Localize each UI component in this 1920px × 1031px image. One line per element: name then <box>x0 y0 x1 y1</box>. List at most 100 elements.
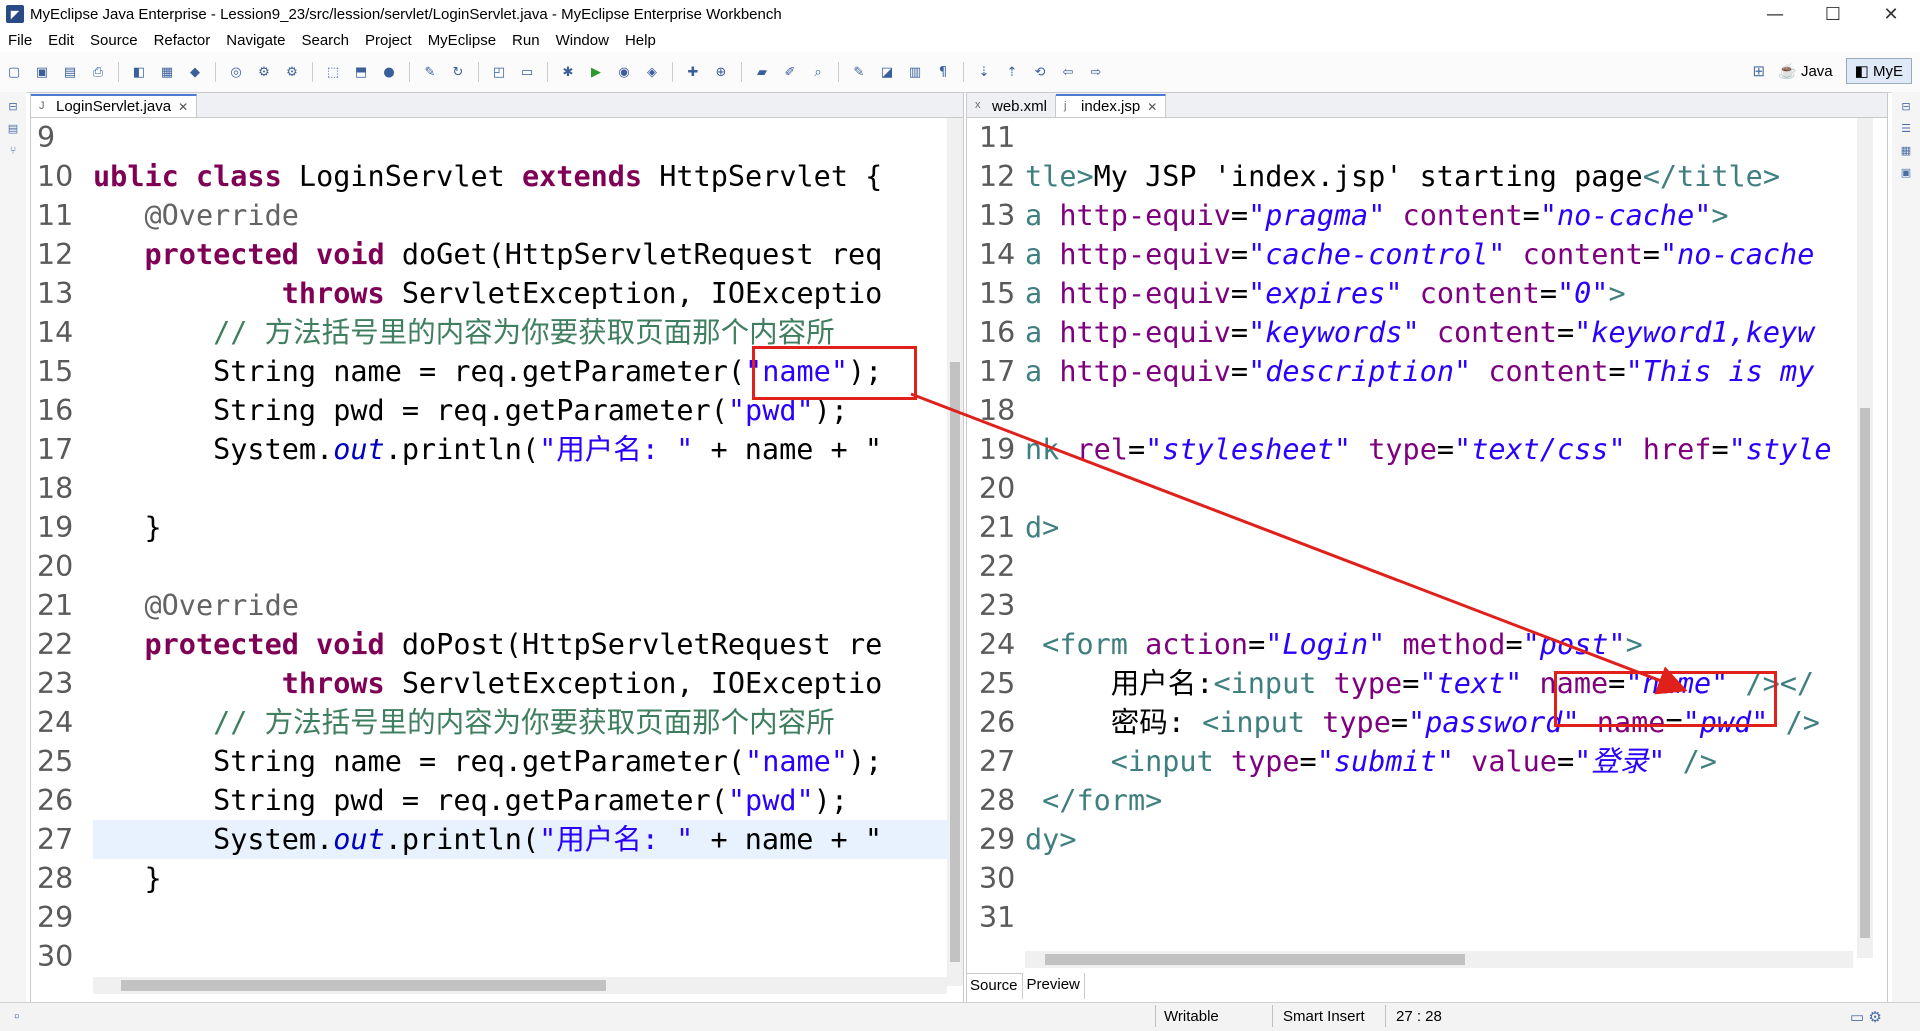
code-line[interactable]: a http-equiv="cache-control" content="no… <box>1025 235 1877 274</box>
right-horizontal-scrollbar[interactable] <box>1025 951 1853 968</box>
pencil-icon[interactable]: ✐ <box>779 63 801 81</box>
close-tab-icon[interactable]: ✕ <box>178 100 188 114</box>
restore-icon[interactable]: ⊟ <box>1899 100 1913 114</box>
properties-icon[interactable]: ▦ <box>1899 144 1913 158</box>
mark-occurrences-icon[interactable]: ✎ <box>848 63 870 81</box>
coverage-icon[interactable]: ◉ <box>613 63 635 81</box>
refresh-icon[interactable]: ↻ <box>447 63 469 81</box>
code-line[interactable]: throws ServletException, IOExceptio <box>93 664 953 703</box>
code-line[interactable]: System.out.println("用户名: " + name + " <box>93 430 953 469</box>
save-all-icon[interactable]: ▤ <box>59 63 81 81</box>
open-perspective-icon[interactable]: ⊞ <box>1753 62 1766 80</box>
code-line[interactable]: // 方法括号里的内容为你要获取页面那个内容所 <box>93 703 953 742</box>
back-icon[interactable]: ⇦ <box>1057 63 1079 81</box>
close-button[interactable]: ✕ <box>1862 0 1920 28</box>
forward-icon[interactable]: ⇨ <box>1085 63 1107 81</box>
code-line[interactable] <box>1025 586 1877 625</box>
block-selection-icon[interactable]: ▥ <box>904 63 926 81</box>
wizard-icon[interactable]: ✎ <box>419 63 441 81</box>
code-line[interactable] <box>1025 469 1877 508</box>
code-line[interactable]: a http-equiv="keywords" content="keyword… <box>1025 313 1877 352</box>
maximize-button[interactable]: ☐ <box>1804 0 1862 28</box>
menu-refactor[interactable]: Refactor <box>146 32 219 49</box>
open-folder-icon[interactable]: ▰ <box>751 63 773 81</box>
run-icon[interactable]: ▶ <box>585 63 607 81</box>
open-resource-icon[interactable]: ⬒ <box>350 63 372 81</box>
whitespace-icon[interactable]: ¶ <box>932 63 954 81</box>
new-interface-icon[interactable]: ⚙ <box>281 63 303 81</box>
code-line[interactable]: a http-equiv="expires" content="0"> <box>1025 274 1877 313</box>
right-code-area[interactable]: tle>My JSP 'index.jsp' starting page</ti… <box>1025 118 1877 958</box>
code-line[interactable] <box>1025 547 1877 586</box>
menu-project[interactable]: Project <box>357 32 420 49</box>
code-line[interactable]: System.out.println("用户名: " + name + " <box>93 820 953 859</box>
code-line[interactable]: protected void doPost(HttpServletRequest… <box>93 625 953 664</box>
myeclipse-perspective[interactable]: ◧ MyE <box>1845 58 1912 84</box>
menu-myeclipse[interactable]: MyEclipse <box>420 32 504 49</box>
outline-icon[interactable]: ☰ <box>1899 122 1913 136</box>
code-line[interactable]: String name = req.getParameter("name"); <box>93 742 953 781</box>
last-edit-icon[interactable]: ⟲ <box>1029 63 1051 81</box>
menu-window[interactable]: Window <box>548 32 617 49</box>
code-line[interactable]: ublic class LoginServlet extends HttpSer… <box>93 157 953 196</box>
tab-loginservlet-java[interactable]: J LoginServlet.java ✕ <box>31 94 198 117</box>
new-class-icon[interactable]: ⚙ <box>253 63 275 81</box>
code-line[interactable] <box>93 937 953 976</box>
external-tools-icon[interactable]: ◈ <box>641 63 663 81</box>
code-line[interactable] <box>93 898 953 937</box>
code-line[interactable]: a http-equiv="description" content="This… <box>1025 352 1877 391</box>
restore-icon[interactable]: ⊟ <box>6 100 20 114</box>
code-line[interactable]: } <box>93 859 953 898</box>
code-line[interactable]: nk rel="stylesheet" type="text/css" href… <box>1025 430 1877 469</box>
code-line[interactable]: @Override <box>93 586 953 625</box>
new-project-icon[interactable]: ◧ <box>128 63 150 81</box>
java-perspective[interactable]: ☕ Java <box>1769 58 1842 84</box>
code-line[interactable] <box>1025 859 1877 898</box>
code-line[interactable]: tle>My JSP 'index.jsp' starting page</ti… <box>1025 157 1877 196</box>
menu-help[interactable]: Help <box>617 32 664 49</box>
code-line[interactable]: } <box>93 508 953 547</box>
tab-index-jsp[interactable]: j index.jsp ✕ <box>1056 94 1167 117</box>
left-vertical-scrollbar[interactable] <box>947 118 963 986</box>
globe-icon[interactable]: ● <box>378 63 400 81</box>
toggle-highlight-icon[interactable]: ◪ <box>876 63 898 81</box>
code-line[interactable]: throws ServletException, IOExceptio <box>93 274 953 313</box>
menu-navigate[interactable]: Navigate <box>218 32 293 49</box>
code-line[interactable]: protected void doGet(HttpServletRequest … <box>93 235 953 274</box>
search-folder-icon[interactable]: ⌕ <box>807 63 829 81</box>
code-line[interactable] <box>1025 391 1877 430</box>
status-notification-icon[interactable]: ▫ <box>14 1008 19 1025</box>
right-vertical-scroll-thumb[interactable] <box>1860 408 1870 938</box>
previous-annotation-icon[interactable]: ⇡ <box>1001 63 1023 81</box>
package-icon[interactable]: ▦ <box>156 63 178 81</box>
left-horizontal-scrollbar[interactable] <box>93 977 947 994</box>
tab-preview[interactable]: Preview <box>1023 973 1085 999</box>
minimize-button[interactable]: — <box>1746 0 1804 28</box>
close-tab-icon[interactable]: ✕ <box>1147 100 1157 114</box>
monitor-icon[interactable]: ▭ <box>516 63 538 81</box>
debug-icon[interactable]: ✱ <box>557 63 579 81</box>
code-line[interactable] <box>93 469 953 508</box>
package-explorer-icon[interactable]: ▤ <box>6 122 20 136</box>
browser-icon[interactable]: ◰ <box>488 63 510 81</box>
menu-edit[interactable]: Edit <box>40 32 82 49</box>
server-icon[interactable]: ◎ <box>225 63 247 81</box>
tasks-icon[interactable]: ▣ <box>1899 166 1913 180</box>
code-line[interactable]: </form> <box>1025 781 1877 820</box>
print-icon[interactable]: ⎙ <box>87 63 109 81</box>
code-line[interactable] <box>1025 118 1877 157</box>
next-annotation-icon[interactable]: ⇣ <box>973 63 995 81</box>
tab-source[interactable]: Source <box>966 973 1023 999</box>
left-horizontal-scroll-thumb[interactable] <box>121 980 606 991</box>
hierarchy-icon[interactable]: ⑂ <box>6 144 20 158</box>
code-line[interactable] <box>93 547 953 586</box>
deploy-icon[interactable]: ◆ <box>184 63 206 81</box>
code-line[interactable]: <input type="submit" value="登录" /> <box>1025 742 1877 781</box>
save-icon[interactable]: ▣ <box>31 63 53 81</box>
code-line[interactable]: @Override <box>93 196 953 235</box>
code-line[interactable]: <form action="Login" method="post"> <box>1025 625 1877 664</box>
status-progress-icon[interactable]: ▭ ⚙ <box>1850 1008 1882 1026</box>
code-line[interactable]: String pwd = req.getParameter("pwd"); <box>93 781 953 820</box>
code-line[interactable] <box>93 118 953 157</box>
new-package-icon[interactable]: ⊕ <box>710 63 732 81</box>
